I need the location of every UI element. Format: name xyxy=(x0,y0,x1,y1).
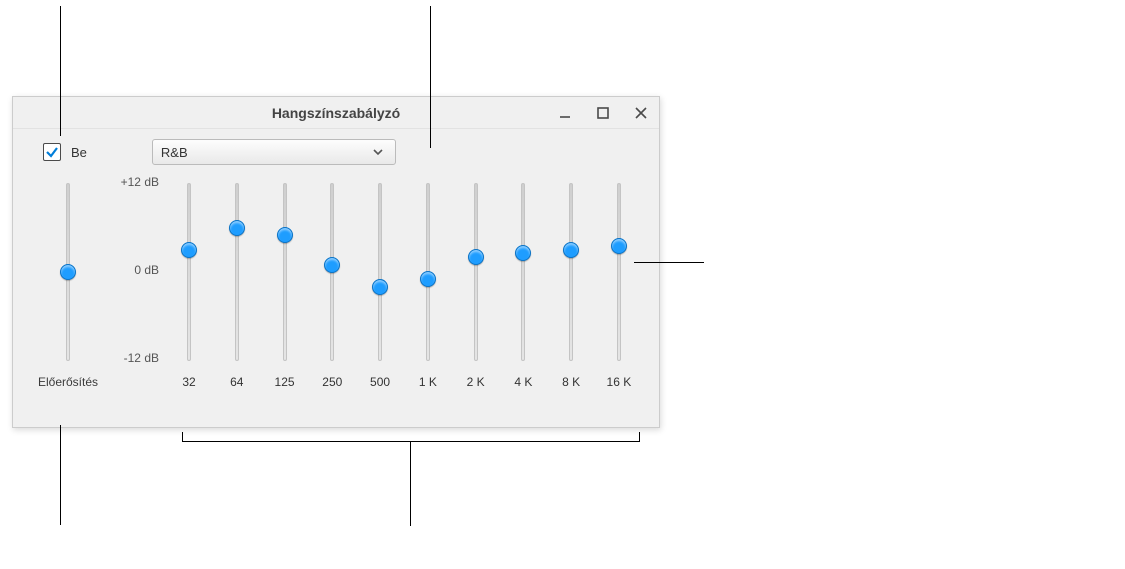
slider-thumb[interactable] xyxy=(468,249,484,265)
scale-bottom: -12 dB xyxy=(124,351,159,365)
band-frequency-label: 125 xyxy=(275,375,295,389)
preset-selected: R&B xyxy=(161,145,369,160)
preamp-label: Előerősítés xyxy=(38,375,98,389)
band-slider[interactable] xyxy=(227,177,247,367)
slider-track xyxy=(569,183,573,361)
window-title: Hangszínszabályzó xyxy=(272,105,400,121)
slider-thumb[interactable] xyxy=(60,264,76,280)
eq-bands: 32 64 125 250 500 1 K 2 K 4 K 8 K 16 K xyxy=(165,171,643,389)
slider-thumb[interactable] xyxy=(515,245,531,261)
eq-band: 8 K xyxy=(551,171,591,389)
slider-track xyxy=(617,183,621,361)
slider-track xyxy=(378,183,382,361)
window-controls xyxy=(553,97,653,129)
band-frequency-label: 1 K xyxy=(419,375,437,389)
band-slider[interactable] xyxy=(609,177,629,367)
minimize-button[interactable] xyxy=(553,101,577,125)
band-frequency-label: 4 K xyxy=(514,375,532,389)
slider-track xyxy=(283,183,287,361)
eq-band: 16 K xyxy=(599,171,639,389)
equalizer-window: Hangszínszabályzó Be R&B xyxy=(12,96,660,428)
slider-track xyxy=(521,183,525,361)
callout-bracket xyxy=(182,432,640,442)
eq-band: 250 xyxy=(312,171,352,389)
band-frequency-label: 64 xyxy=(230,375,243,389)
band-frequency-label: 2 K xyxy=(467,375,485,389)
eq-band: 1 K xyxy=(408,171,448,389)
callout-line xyxy=(60,425,61,525)
eq-band: 4 K xyxy=(503,171,543,389)
band-frequency-label: 32 xyxy=(182,375,195,389)
slider-thumb[interactable] xyxy=(372,279,388,295)
scale-mid: 0 dB xyxy=(134,263,159,277)
band-slider[interactable] xyxy=(561,177,581,367)
titlebar: Hangszínszabályzó xyxy=(13,97,659,129)
band-slider[interactable] xyxy=(466,177,486,367)
callout-line xyxy=(634,262,704,263)
db-scale: +12 dB 0 dB -12 dB xyxy=(103,171,165,389)
preamp-slider[interactable] xyxy=(58,177,78,367)
slider-thumb[interactable] xyxy=(277,227,293,243)
band-slider[interactable] xyxy=(370,177,390,367)
close-button[interactable] xyxy=(629,101,653,125)
scale-top: +12 dB xyxy=(121,175,159,189)
eq-band: 64 xyxy=(217,171,257,389)
slider-thumb[interactable] xyxy=(420,271,436,287)
band-slider[interactable] xyxy=(418,177,438,367)
slider-track xyxy=(235,183,239,361)
band-frequency-label: 500 xyxy=(370,375,390,389)
enable-label: Be xyxy=(71,145,87,160)
slider-thumb[interactable] xyxy=(181,242,197,258)
preset-dropdown[interactable]: R&B xyxy=(152,139,396,165)
band-slider[interactable] xyxy=(322,177,342,367)
slider-thumb[interactable] xyxy=(229,220,245,236)
band-frequency-label: 8 K xyxy=(562,375,580,389)
band-frequency-label: 250 xyxy=(322,375,342,389)
enable-checkbox[interactable] xyxy=(43,143,61,161)
slider-thumb[interactable] xyxy=(324,257,340,273)
callout-line xyxy=(430,6,431,148)
band-slider[interactable] xyxy=(275,177,295,367)
maximize-button[interactable] xyxy=(591,101,615,125)
eq-band: 2 K xyxy=(456,171,496,389)
band-slider[interactable] xyxy=(513,177,533,367)
chevron-down-icon xyxy=(369,145,387,160)
band-slider[interactable] xyxy=(179,177,199,367)
slider-thumb[interactable] xyxy=(563,242,579,258)
eq-band: 125 xyxy=(265,171,305,389)
band-frequency-label: 16 K xyxy=(607,375,632,389)
slider-track xyxy=(474,183,478,361)
slider-track xyxy=(187,183,191,361)
slider-thumb[interactable] xyxy=(611,238,627,254)
callout-line xyxy=(410,442,411,526)
callout-line xyxy=(60,6,61,136)
eq-band: 32 xyxy=(169,171,209,389)
eq-band: 500 xyxy=(360,171,400,389)
